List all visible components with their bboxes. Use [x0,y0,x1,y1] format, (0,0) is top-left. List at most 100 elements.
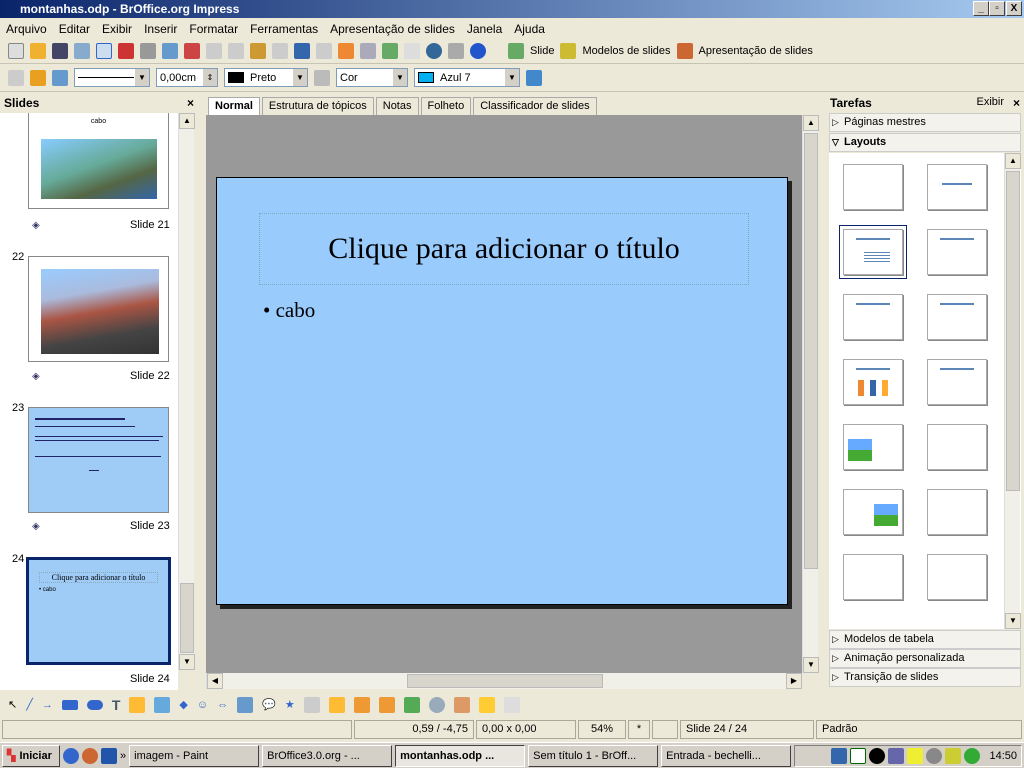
from-file-icon[interactable] [378,696,395,713]
taskbar-entrada[interactable]: Entrada - bechelli... [661,744,792,767]
content-bullet[interactable]: • cabo [263,298,315,323]
grid-icon[interactable] [404,43,420,59]
menu-ferramentas[interactable]: Ferramentas [250,22,318,36]
slide-thumbnail-24-selected[interactable]: Clique para adicionar o título • cabo [26,557,171,665]
section-layouts[interactable]: Layouts [829,133,1021,152]
help-icon[interactable] [470,43,486,59]
line-color-select[interactable]: Preto ▼ [224,68,308,87]
layout-title-box[interactable] [927,294,987,340]
gallery-icon[interactable] [403,696,420,713]
block-arrows-icon[interactable]: ⇔ [217,699,228,711]
zoom-level[interactable]: 54% [578,720,626,739]
select-icon[interactable]: ↖ [8,698,17,711]
scroll-up[interactable]: ▲ [179,113,195,129]
zoom-icon[interactable] [448,43,464,59]
basic-shapes-icon[interactable]: ◆ [179,698,187,711]
copy-icon[interactable] [228,43,244,59]
menu-editar[interactable]: Editar [59,22,90,36]
tab-outline[interactable]: Estrutura de tópicos [261,97,374,115]
fontwork-icon[interactable] [382,43,398,59]
close-button[interactable]: X [1006,1,1022,16]
more-quicklaunch[interactable]: » [120,750,126,762]
save-icon[interactable] [52,43,68,59]
fontwork-gallery-icon[interactable] [353,696,370,713]
scroll-up[interactable]: ▲ [1005,153,1021,169]
horizontal-scrollbar[interactable]: ◀ ▶ [206,673,802,689]
layout-title-centered[interactable] [843,294,903,340]
undo-icon[interactable] [294,43,310,59]
text-icon[interactable]: T [112,697,121,713]
scroll-thumb[interactable] [804,133,818,569]
menu-ajuda[interactable]: Ajuda [514,22,545,36]
area-color-select[interactable]: Azul 7 ▼ [414,68,520,87]
redo-icon[interactable] [316,43,332,59]
minimize-button[interactable]: _ [973,1,989,16]
tab-notes[interactable]: Notas [375,97,419,115]
menu-inserir[interactable]: Inserir [144,22,177,36]
tray-icon[interactable] [888,747,905,764]
line-style-select[interactable]: ▼ [74,68,150,87]
arrow-icon[interactable]: → [42,699,53,711]
tray-icon[interactable] [850,747,867,764]
tab-normal[interactable]: Normal [208,97,260,115]
layout-image-text[interactable] [843,424,903,470]
layout-text-image[interactable] [843,489,903,535]
title-placeholder[interactable]: Clique para adicionar o título [259,213,749,285]
menu-apresentacao[interactable]: Apresentação de slides [330,22,455,36]
tray-icon[interactable] [869,747,886,764]
open-icon[interactable] [30,43,46,59]
points-icon[interactable] [303,696,320,713]
ellipse-icon[interactable] [86,699,103,710]
firefox-icon[interactable] [82,747,98,764]
arrow-style-icon[interactable] [52,69,68,86]
taskbar-montanhas[interactable]: montanhas.odp ... [395,744,526,767]
tray-icon[interactable] [926,747,943,764]
slide-button[interactable]: Slide [530,45,554,57]
clone-format-icon[interactable] [272,43,288,59]
slide-thumbnail-22[interactable] [28,256,169,362]
chart-icon[interactable] [338,43,354,59]
callouts-icon[interactable]: 💬 [262,698,276,711]
layout-title-content[interactable] [839,225,907,279]
stars-icon[interactable]: ★ [285,698,295,711]
close-slides-panel[interactable]: × [187,96,194,110]
line-width-field[interactable]: 0,00cm ⇕ [156,68,218,87]
cut-icon[interactable] [206,43,222,59]
flowchart-icon[interactable] [237,696,254,713]
arrange-icon[interactable] [478,696,495,713]
connector-icon[interactable] [154,696,171,713]
layout-text-object[interactable] [843,554,903,600]
layout-chart-text[interactable] [927,489,987,535]
area-style-select[interactable]: Cor ▼ [336,68,408,87]
new-icon[interactable] [8,43,24,59]
styles-icon[interactable] [8,69,24,86]
area-icon[interactable] [314,69,330,86]
email-icon[interactable] [74,43,90,59]
maximize-button[interactable]: ▫ [989,1,1005,16]
slide[interactable]: Clique para adicionar o título • cabo [216,177,788,605]
navigator-icon[interactable] [426,43,442,59]
edit-file-icon[interactable] [96,43,112,59]
line-icon[interactable] [30,69,46,86]
pdf-icon[interactable] [118,43,134,59]
scroll-up[interactable]: ▲ [803,115,819,131]
scroll-down[interactable]: ▼ [1005,613,1021,629]
taskbar-broffice[interactable]: BrOffice3.0.org - ... [262,744,393,767]
slide-models-button[interactable]: Modelos de slides [582,45,670,57]
shadow-icon[interactable] [526,69,542,86]
slides-scrollbar[interactable]: ▲ ▼ [178,113,195,670]
presentation-button[interactable]: Apresentação de slides [699,45,813,57]
start-button[interactable]: ▚ Iniciar [2,744,60,767]
layout-text-chart[interactable] [927,424,987,470]
taskbar-paint[interactable]: imagem - Paint [129,744,260,767]
curve-icon[interactable] [129,696,146,713]
tray-icon[interactable] [831,747,848,764]
glue-icon[interactable] [328,696,345,713]
tray-icon[interactable] [964,747,981,764]
spellcheck-icon[interactable] [162,43,178,59]
view-menu[interactable]: Exibir [976,96,1004,108]
section-custom-animation[interactable]: Animação personalizada [829,649,1021,668]
vertical-scrollbar[interactable]: ▲ ▼ [802,115,819,673]
paste-icon[interactable] [250,43,266,59]
rectangle-icon[interactable] [61,699,78,710]
